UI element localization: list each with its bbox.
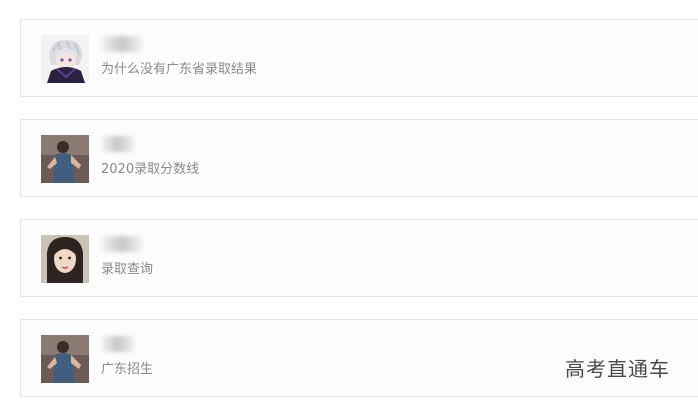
comment-text: 广东招生: [101, 362, 154, 377]
anime-character-avatar-icon[interactable]: [41, 35, 89, 83]
comment-card[interactable]: 为什么没有广东省录取结果: [20, 19, 698, 97]
username-blurred: [101, 36, 143, 52]
username-blurred: [101, 136, 135, 152]
username-blurred: [101, 336, 135, 352]
comment-card[interactable]: 2020录取分数线: [20, 119, 698, 197]
watermark: 高考直通车: [565, 357, 670, 381]
woman-portrait-avatar-icon[interactable]: [41, 235, 89, 283]
person-photo-avatar-icon[interactable]: [41, 135, 89, 183]
comment-card[interactable]: 录取查询: [20, 219, 698, 297]
comment-feed: 为什么没有广东省录取结果 2020录取分数线 录取查询 广东招生 高考直通车: [0, 0, 698, 410]
comment-text: 录取查询: [101, 262, 154, 277]
person-photo-avatar-icon[interactable]: [41, 335, 89, 383]
username-blurred: [101, 236, 143, 252]
comment-text: 为什么没有广东省录取结果: [101, 62, 258, 77]
comment-text: 2020录取分数线: [101, 162, 200, 177]
